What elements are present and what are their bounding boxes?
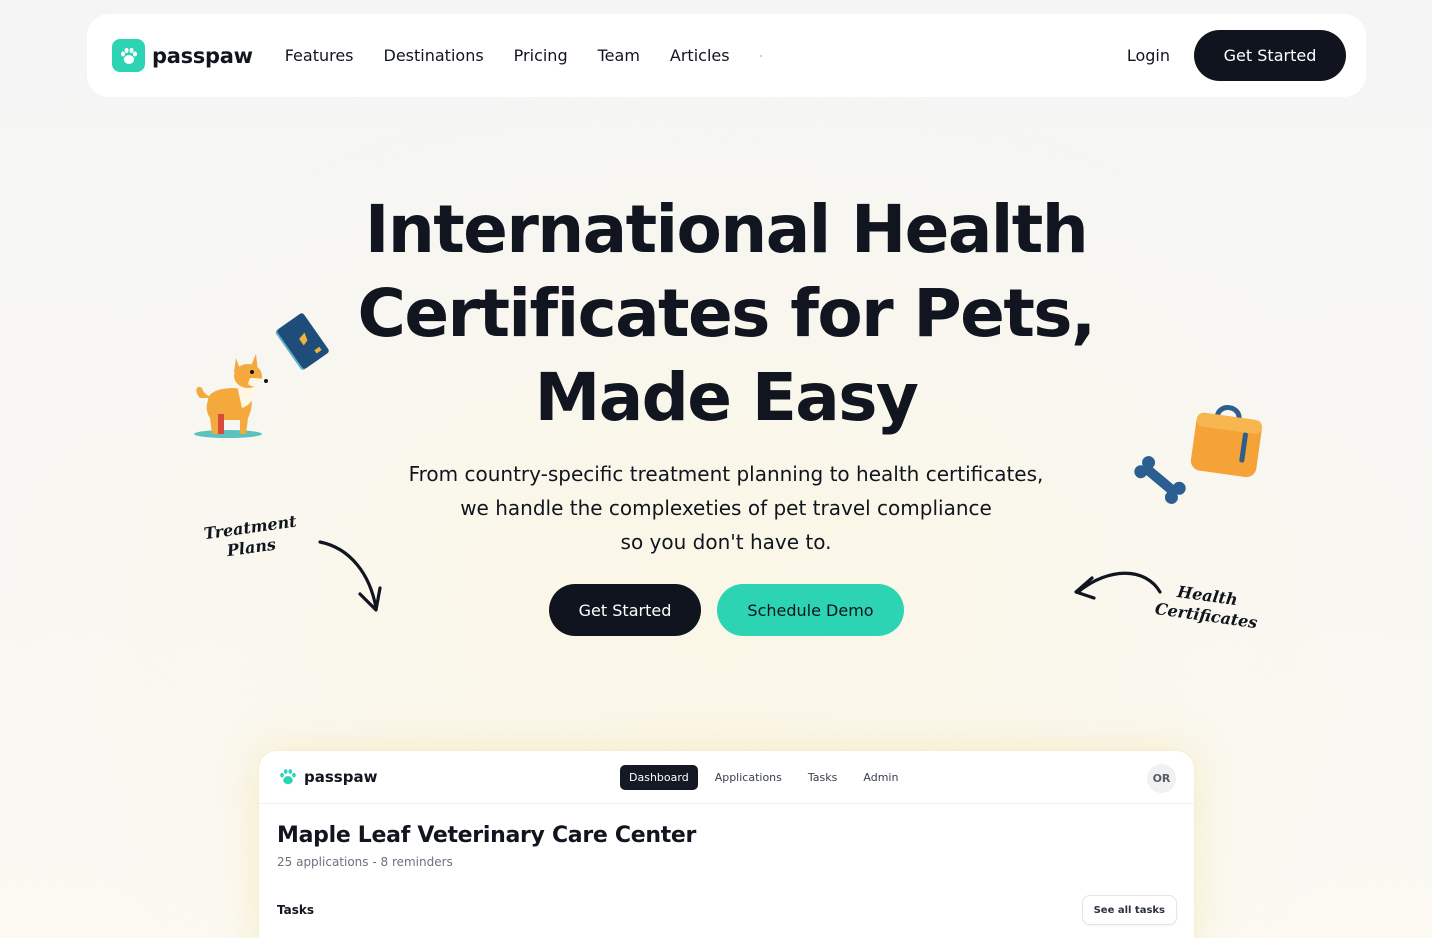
- preview-tabs: Dashboard Applications Tasks Admin: [620, 765, 907, 790]
- nav-links: Features Destinations Pricing Team Artic…: [285, 46, 730, 65]
- nav-divider-dot: [759, 54, 762, 57]
- nav-link-articles[interactable]: Articles: [670, 46, 730, 65]
- get-started-hero-button[interactable]: Get Started: [549, 584, 701, 636]
- tab-dashboard[interactable]: Dashboard: [620, 765, 698, 790]
- tab-tasks[interactable]: Tasks: [799, 765, 846, 790]
- bone-illustration: [1134, 456, 1186, 504]
- preview-logo[interactable]: passpaw: [277, 766, 377, 788]
- hero-title-line-2: Certificates for Pets,: [357, 275, 1097, 352]
- get-started-nav-button[interactable]: Get Started: [1194, 30, 1346, 81]
- nav-link-destinations[interactable]: Destinations: [384, 46, 484, 65]
- hero-title-line-1: International Health: [364, 191, 1089, 268]
- curved-arrow-down-icon: [318, 540, 382, 612]
- paw-icon: [112, 39, 145, 72]
- dashboard-preview: passpaw Dashboard Applications Tasks Adm…: [259, 751, 1194, 938]
- brand-logo[interactable]: passpaw: [112, 39, 253, 72]
- clinic-meta: 25 applications - 8 reminders: [277, 855, 453, 869]
- nav-link-pricing[interactable]: Pricing: [514, 46, 568, 65]
- nav-link-features[interactable]: Features: [285, 46, 354, 65]
- see-all-tasks-button[interactable]: See all tasks: [1081, 895, 1177, 925]
- hero-subtitle-line-3: so you don't have to.: [620, 530, 832, 554]
- hero-title: International Health Certificates for Pe…: [316, 188, 1136, 440]
- hero-subtitle-line-1: From country-specific treatment planning…: [408, 462, 1044, 486]
- hero-title-line-3: Made Easy: [534, 359, 919, 436]
- nav-link-team[interactable]: Team: [598, 46, 640, 65]
- hero-subtitle: From country-specific treatment planning…: [376, 457, 1076, 559]
- paw-icon: [280, 769, 296, 785]
- passport-illustration: [275, 313, 329, 370]
- brand-name: passpaw: [152, 43, 253, 68]
- preview-top-bar: passpaw Dashboard Applications Tasks Adm…: [259, 751, 1194, 804]
- schedule-demo-button[interactable]: Schedule Demo: [717, 584, 904, 636]
- top-navigation: passpaw Features Destinations Pricing Te…: [87, 14, 1366, 97]
- nav-actions: Login Get Started: [1127, 30, 1346, 81]
- tab-applications[interactable]: Applications: [706, 765, 791, 790]
- dog-illustration: [194, 354, 268, 438]
- treatment-plans-annotation: Treatment Plans: [203, 511, 298, 564]
- curved-arrow-left-icon: [1074, 571, 1162, 600]
- user-avatar[interactable]: OR: [1147, 764, 1176, 793]
- preview-brand-name: passpaw: [304, 768, 378, 786]
- login-link[interactable]: Login: [1127, 46, 1170, 65]
- clinic-name: Maple Leaf Veterinary Care Center: [277, 823, 697, 848]
- suitcase-illustration: [1190, 405, 1263, 478]
- tasks-heading: Tasks: [277, 903, 315, 917]
- tab-admin[interactable]: Admin: [854, 765, 907, 790]
- hero-subtitle-line-2: we handle the complexeties of pet travel…: [460, 496, 992, 520]
- hero-cta-group: Get Started Schedule Demo: [549, 584, 904, 636]
- health-certificates-annotation: Health Certificates: [1154, 579, 1259, 633]
